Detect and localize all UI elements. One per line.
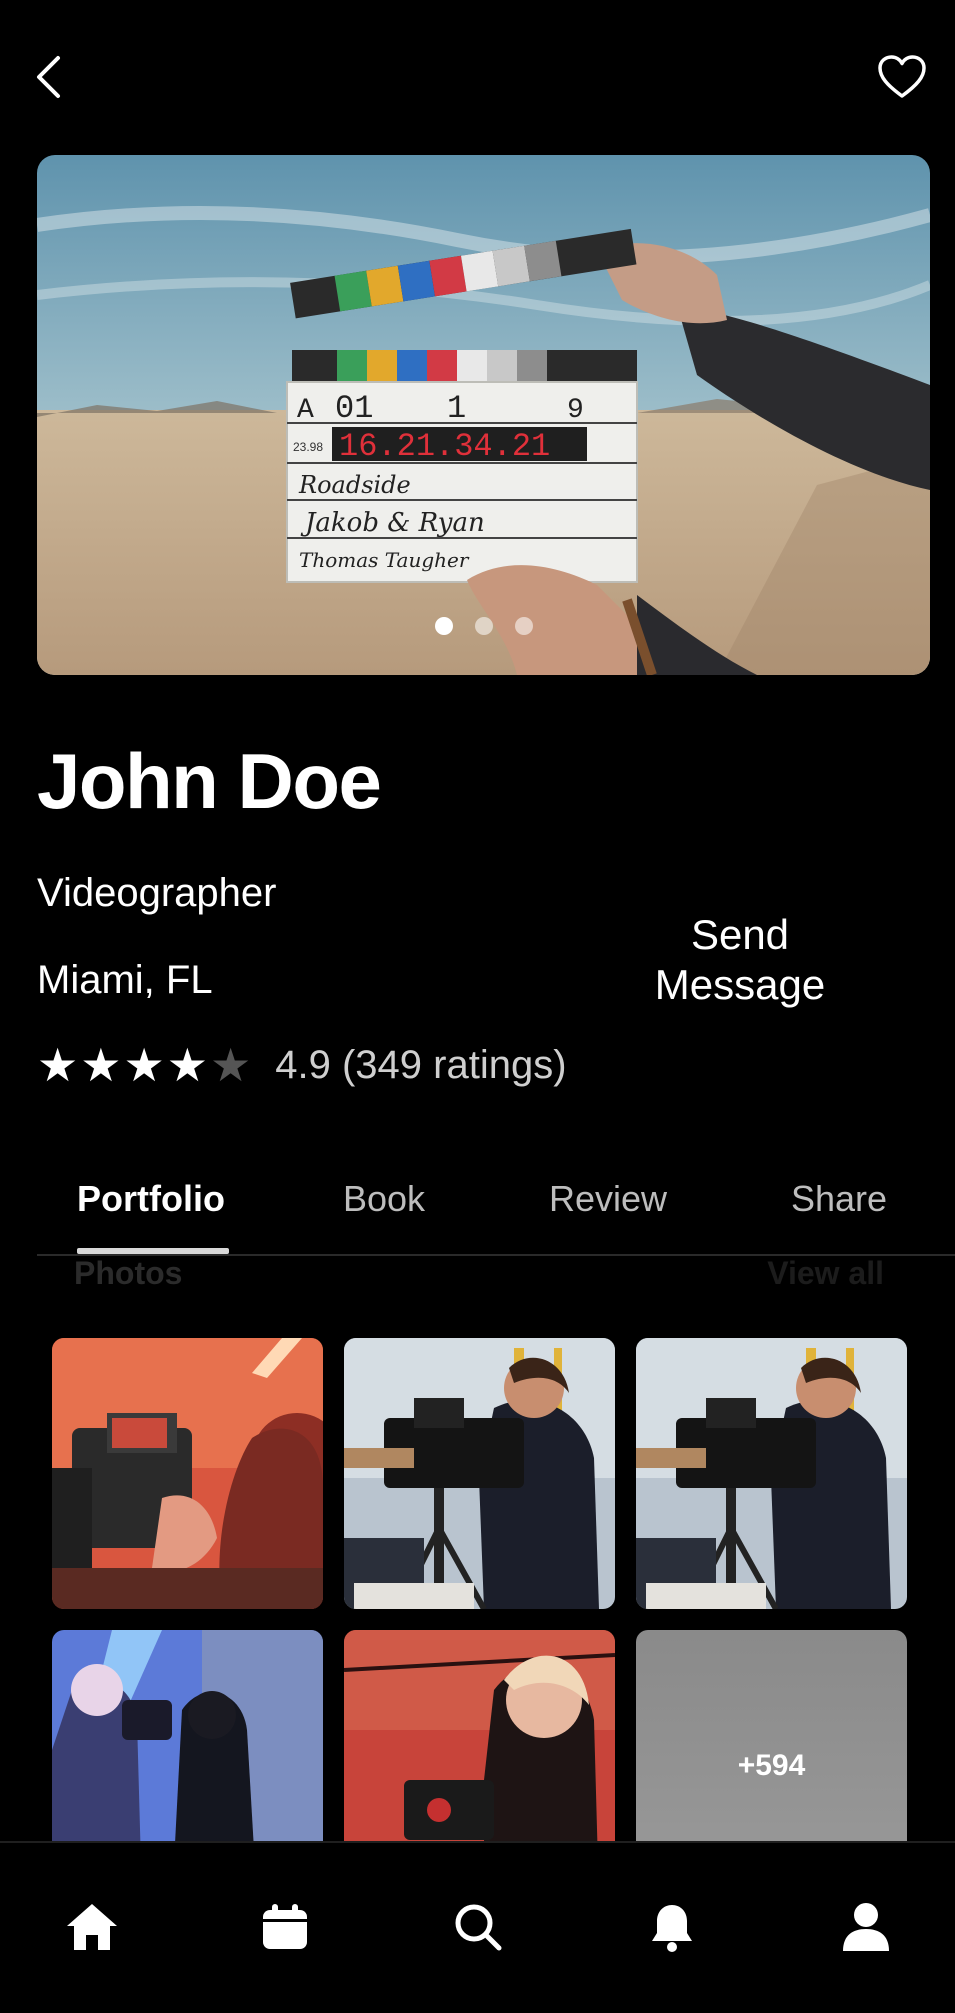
nav-notifications[interactable] (632, 1887, 712, 1967)
clapper-production: Roadside (298, 471, 411, 499)
clapper-slot: 9 (567, 395, 584, 426)
nav-calendar[interactable] (245, 1887, 325, 1967)
photo-thumbnail (52, 1338, 323, 1609)
portfolio-photo[interactable] (52, 1338, 323, 1609)
nav-search[interactable] (438, 1887, 518, 1967)
view-more-photos-tile[interactable]: +594 (636, 1630, 907, 1843)
rating-text: 4.9 (349 ratings) (275, 1042, 567, 1087)
carousel-dots (37, 617, 930, 635)
star-empty-icon: ★ (210, 1039, 252, 1091)
tab-share[interactable]: Share (791, 1178, 887, 1220)
search-icon (455, 1904, 502, 1951)
tab-review[interactable]: Review (549, 1178, 667, 1220)
top-bar (0, 0, 955, 150)
clapper-roll: A (297, 395, 314, 426)
photo-thumbnail (52, 1630, 323, 1843)
rating-stars: ★ ★ ★ ★ ★ (37, 1042, 251, 1088)
clapper-camera: Thomas Taugher (299, 548, 470, 572)
hero-carousel[interactable]: A 01 1 9 23.98 16.21.34.21 Roadside Jako… (37, 155, 930, 675)
star-filled-icon: ★ (166, 1039, 208, 1091)
profile-location: Miami, FL (37, 958, 213, 1002)
favorite-button[interactable] (875, 52, 929, 102)
bell-icon (652, 1905, 692, 1952)
rating-row: ★ ★ ★ ★ ★ 4.9 (349 ratings) (37, 1040, 567, 1090)
clapper-director: Jakob & Ryan (300, 508, 485, 538)
clapper-timecode: 16.21.34.21 (339, 428, 550, 465)
clapper-take: 1 (447, 390, 466, 427)
portfolio-photo[interactable] (344, 1630, 615, 1843)
send-message-button[interactable]: Send Message (630, 910, 850, 1009)
tab-active-indicator (77, 1248, 229, 1254)
nav-home[interactable] (52, 1887, 132, 1967)
profile-tabs: Portfolio Book Review Share (37, 1160, 955, 1256)
carousel-dot[interactable] (434, 617, 453, 635)
photos-section-header: Photos View all (74, 1255, 884, 1295)
nav-profile[interactable] (826, 1887, 906, 1967)
home-icon (67, 1904, 117, 1950)
clapper-fps: 23.98 (293, 440, 323, 454)
back-button[interactable] (28, 50, 68, 104)
heart-outline-icon (878, 55, 926, 98)
photo-thumbnail (636, 1338, 907, 1609)
profile-role: Videographer (37, 871, 277, 915)
view-all-link[interactable]: View all (767, 1255, 884, 1292)
section-title: Photos (74, 1255, 183, 1291)
portfolio-photo[interactable] (344, 1338, 615, 1609)
photo-thumbnail (344, 1338, 615, 1609)
profile-name: John Doe (37, 737, 382, 825)
hero-image: A 01 1 9 23.98 16.21.34.21 Roadside Jako… (37, 155, 930, 675)
bottom-navigation (0, 1841, 955, 2013)
star-filled-icon: ★ (80, 1039, 122, 1091)
portfolio-photo[interactable] (52, 1630, 323, 1843)
tab-portfolio[interactable]: Portfolio (77, 1178, 225, 1220)
carousel-dot[interactable] (514, 617, 533, 635)
more-count-label: +594 (737, 1748, 806, 1782)
user-icon (843, 1903, 889, 1951)
tab-book[interactable]: Book (343, 1178, 425, 1220)
clapper-scene: 01 (335, 390, 373, 427)
carousel-dot[interactable] (474, 617, 493, 635)
chevron-left-icon (37, 56, 60, 98)
calendar-icon (263, 1904, 307, 1949)
portfolio-photo[interactable] (636, 1338, 907, 1609)
star-filled-icon: ★ (123, 1039, 165, 1091)
star-filled-icon: ★ (37, 1039, 79, 1091)
portfolio-grid: +594 (52, 1338, 907, 1843)
photo-thumbnail (344, 1630, 615, 1843)
